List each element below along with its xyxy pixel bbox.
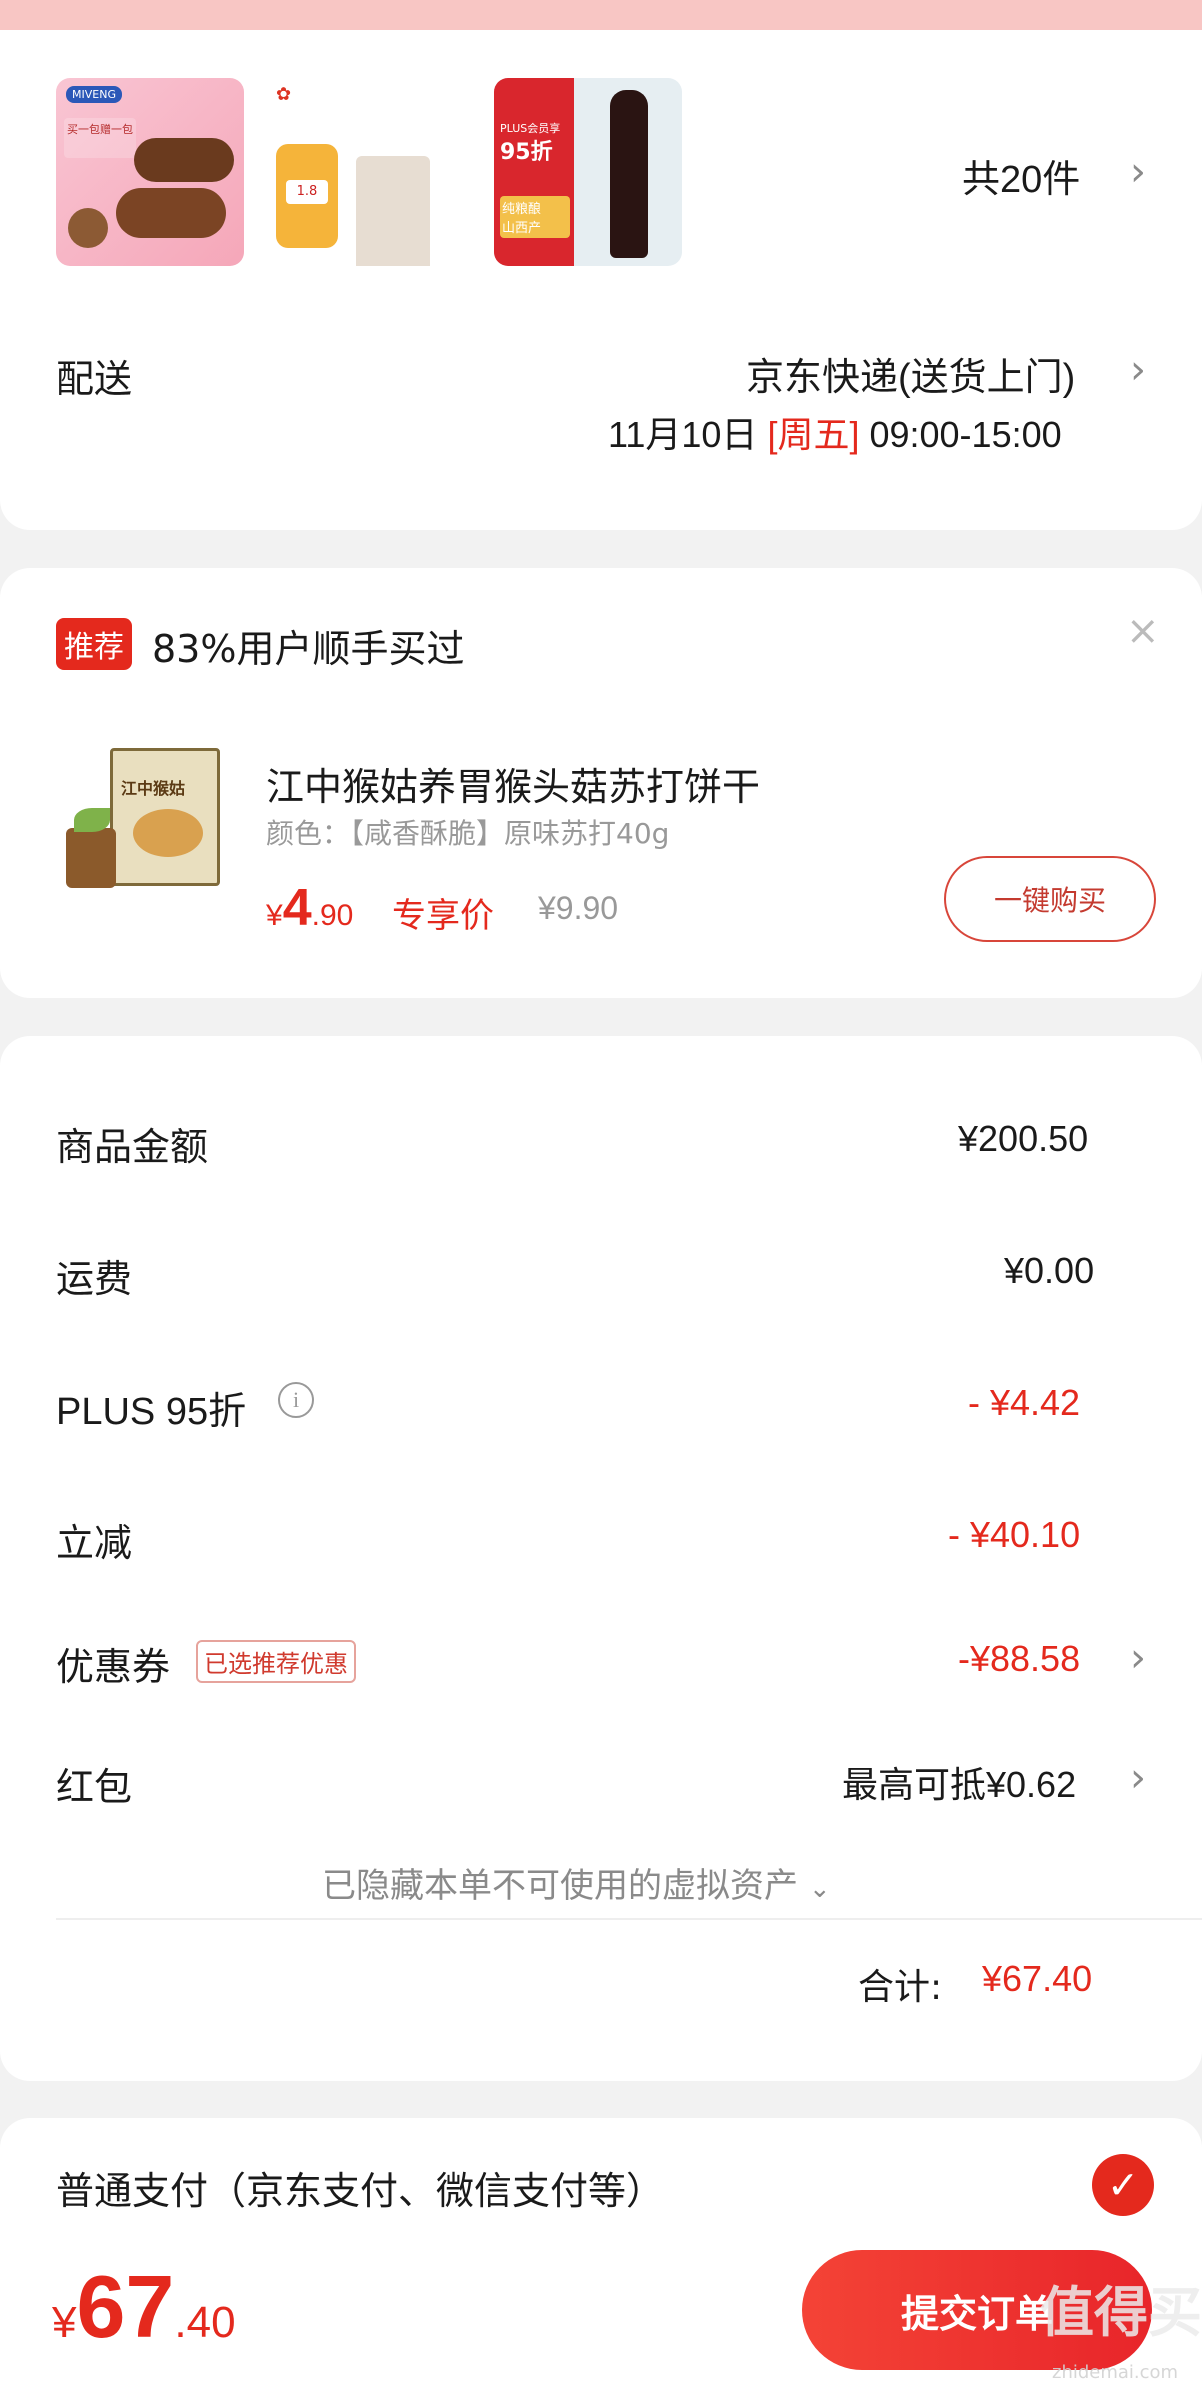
total-label: 合计: (858, 1967, 943, 2008)
product-thumb-soysauce[interactable]: PLUS会员享 95折 纯粮酿 山西产 (494, 78, 682, 266)
cake-slice (68, 208, 108, 248)
payment-method[interactable]: 普通支付（京东支付、微信支付等） (56, 2160, 664, 2215)
hidden-assets-toggle[interactable]: 已隐藏本单不可使用的虚拟资产 ⌄ (322, 1858, 831, 1907)
discount-95: 95折 (500, 140, 553, 165)
summary-label-instant: 立减 (56, 1521, 133, 1565)
chevron-right-icon[interactable]: › (1130, 152, 1146, 192)
cake-image-2 (116, 188, 226, 238)
soy-bottle (610, 90, 648, 258)
recommend-card: 推荐 83%用户顺手买过 × 江中猴姑 江中猴姑养胃猴头菇苏打饼干 颜色：【咸香… (0, 568, 1202, 998)
summary-label-freight: 运费 (56, 1257, 133, 1301)
recommend-price: ¥4.90 (266, 879, 354, 937)
recommend-title: 83%用户顺手买过 (152, 627, 465, 671)
bottom-total: ¥67.40 (52, 2257, 236, 2356)
top-band (0, 0, 1202, 30)
snack-pack-1: 1.8 (276, 144, 338, 248)
summary-label-plus: PLUS 95折 (56, 1391, 247, 1433)
product-thumb-snack[interactable]: ✿ 1.8 (266, 78, 454, 266)
recommend-product-name[interactable]: 江中猴姑养胃猴头菇苏打饼干 (266, 756, 760, 811)
watermark-url: zhidemai.com (1052, 2362, 1179, 2383)
summary-value-goods: ¥200.50 (958, 1118, 1089, 1159)
summary-label-goods: 商品金额 (56, 1125, 209, 1169)
summary-value-redpacket[interactable]: 最高可抵¥0.62 (842, 1756, 1076, 1808)
brand-badge: MIVENG (66, 86, 122, 103)
shipping-time[interactable]: 11月10日 [周五] 09:00-15:00 (608, 406, 1062, 458)
payment-card: 普通支付（京东支付、微信支付等） ✓ (0, 2118, 1202, 2238)
chevron-right-icon[interactable]: › (1130, 1758, 1146, 1798)
chevron-down-icon: ⌄ (808, 1874, 831, 1904)
summary-value-freight: ¥0.00 (1004, 1250, 1095, 1291)
divider (56, 1918, 1202, 1920)
leaf (74, 808, 110, 832)
info-icon[interactable]: i (278, 1382, 314, 1418)
small-pack (66, 828, 116, 888)
order-items-card: MIVENG 买一包赠一包 ✿ 1.8 PLUS会员享 95折 纯粮酿 山西产 … (0, 30, 1202, 530)
promo-text: 买一包赠一包 (64, 118, 136, 158)
price-label: 专享价 (392, 896, 494, 936)
close-icon[interactable]: × (1126, 608, 1160, 654)
watermark-logo: 值得买 (1040, 2281, 1202, 2344)
price-summary-card: 商品金额 ¥200.50 运费 ¥0.00 PLUS 95折 i - ¥4.42… (0, 1036, 1202, 2081)
summary-value-plus: - ¥4.42 (968, 1382, 1081, 1423)
item-count[interactable]: 共20件 (962, 148, 1080, 203)
snack-pack-2 (356, 156, 430, 266)
weekday: [周五] (767, 414, 860, 455)
recommend-tag: 推荐 (56, 618, 132, 670)
flower-icon: ✿ (276, 84, 292, 105)
chevron-right-icon[interactable]: › (1130, 350, 1146, 390)
shipping-label: 配送 (56, 357, 133, 401)
chevron-right-icon[interactable]: › (1130, 1638, 1146, 1678)
original-price: ¥9.90 (538, 890, 619, 926)
summary-value-instant: - ¥40.10 (948, 1514, 1081, 1555)
product-image[interactable]: 江中猴姑 (66, 748, 222, 894)
shipping-method[interactable]: 京东快递(送货上门) (746, 346, 1075, 401)
cracker-box: 江中猴姑 (110, 748, 220, 886)
summary-label-redpacket[interactable]: 红包 (56, 1756, 132, 1811)
recommend-product-spec: 颜色：【咸香酥脆】原味苏打40g (266, 817, 670, 850)
summary-value-coupon[interactable]: -¥88.58 (958, 1638, 1080, 1680)
total-value: ¥67.40 (982, 1958, 1093, 1999)
cracker-image (133, 809, 203, 857)
checked-icon[interactable]: ✓ (1092, 2154, 1154, 2216)
cake-image (134, 138, 234, 182)
one-click-buy-button[interactable]: 一键购买 (944, 856, 1156, 942)
product-thumb-cake[interactable]: MIVENG 买一包赠一包 (56, 78, 244, 266)
bottom-bar: ¥67.40 提交订单 值得买 zhidemai.com (0, 2238, 1202, 2390)
summary-label-coupon[interactable]: 优惠券 (56, 1636, 170, 1691)
coupon-selected-tag: 已选推荐优惠 (196, 1640, 356, 1683)
